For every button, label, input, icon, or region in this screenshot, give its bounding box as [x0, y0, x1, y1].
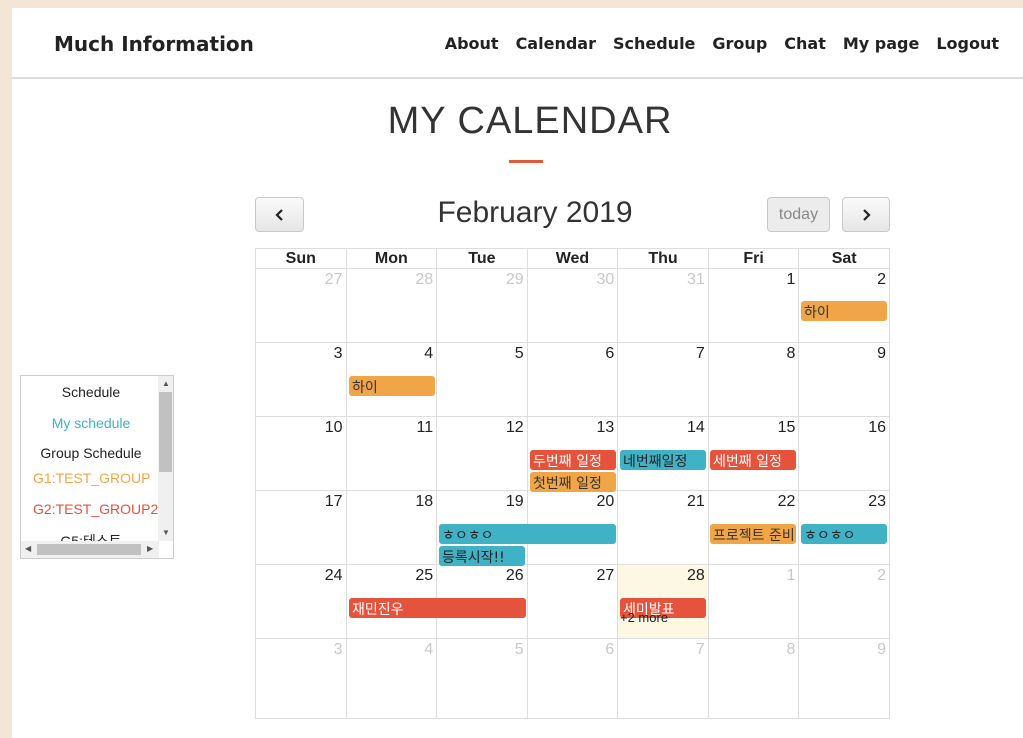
calendar-event[interactable]: ㅎㅇㅎㅇ [439, 524, 616, 544]
day-cell[interactable]: 8 [707, 342, 800, 417]
nav-about[interactable]: About [445, 34, 499, 53]
calendar-event[interactable]: 세번째 일정 [710, 450, 796, 470]
calendar-event[interactable]: 하이 [801, 301, 887, 321]
title-underline [509, 160, 543, 163]
calendar-event[interactable]: 등록시작!! [439, 546, 525, 566]
sidebar-item-my-schedule[interactable]: My schedule [21, 415, 161, 431]
sidebar-heading-group-schedule: Group Schedule [40, 445, 142, 461]
nav-chat[interactable]: Chat [784, 34, 826, 53]
day-cell[interactable]: 31 [617, 268, 709, 343]
scroll-up-icon[interactable]: ▲ [162, 379, 170, 388]
next-month-button[interactable] [842, 197, 890, 232]
day-cell[interactable]: 27 [255, 268, 347, 343]
more-events-link[interactable]: +2 more [620, 610, 668, 625]
weekday-fri: Fri [707, 248, 800, 269]
day-cell[interactable]: 10 [255, 416, 347, 491]
day-cell[interactable]: 12 [436, 416, 528, 491]
scroll-down-icon[interactable]: ▼ [162, 528, 170, 537]
nav-menu: About Calendar Schedule Group Chat My pa… [445, 34, 999, 53]
weekday-sun: Sun [255, 248, 347, 269]
calendar-event[interactable]: 재민진우 [349, 598, 526, 618]
weekday-mon: Mon [345, 248, 438, 269]
day-cell[interactable]: 24 [255, 564, 347, 639]
sidebar-horizontal-scrollbar[interactable]: ◀ ▶ [21, 541, 159, 558]
day-cell[interactable]: 28 [345, 268, 438, 343]
nav-calendar[interactable]: Calendar [516, 34, 596, 53]
calendar-event[interactable]: 프로젝트 준비 [710, 524, 796, 544]
day-cell[interactable]: 3 [255, 342, 347, 417]
scroll-left-icon[interactable]: ◀ [25, 544, 31, 553]
sidebar-heading-schedule: Schedule [61, 384, 121, 400]
day-cell[interactable]: 7 [617, 638, 709, 719]
day-cell[interactable]: 16 [798, 416, 890, 491]
scroll-right-icon[interactable]: ▶ [147, 544, 153, 553]
sidebar-vertical-scrollbar[interactable]: ▲ ▼ [158, 376, 173, 541]
scroll-thumb[interactable] [37, 544, 141, 555]
calendar-event[interactable]: 하이 [349, 376, 435, 396]
nav-my-page[interactable]: My page [843, 34, 919, 53]
scroll-thumb[interactable] [159, 392, 172, 472]
schedule-sidebar: Schedule My schedule Group Schedule G1:T… [20, 375, 174, 559]
day-cell[interactable]: 9 [798, 638, 890, 719]
nav-logout[interactable]: Logout [936, 34, 999, 53]
day-cell[interactable]: 1 [707, 564, 800, 639]
day-cell[interactable]: 27 [526, 564, 619, 639]
day-cell[interactable]: 9 [798, 342, 890, 417]
day-cell[interactable]: 6 [526, 342, 619, 417]
calendar-event[interactable]: 첫번째 일정 [530, 472, 616, 492]
week-row: 3 4 5 6 7 8 9 [255, 638, 890, 719]
weekday-header: Sun Mon Tue Wed Thu Fri Sat [255, 248, 890, 269]
day-cell[interactable]: 29 [436, 268, 528, 343]
day-cell[interactable]: 2 [798, 564, 890, 639]
week-row: 27 28 29 30 31 1 2 [255, 268, 890, 343]
day-cell[interactable]: 8 [707, 638, 800, 719]
day-cell[interactable]: 4 [345, 638, 438, 719]
day-cell[interactable]: 5 [436, 342, 528, 417]
weekday-thu: Thu [617, 248, 709, 269]
nav-schedule[interactable]: Schedule [613, 34, 695, 53]
brand-logo[interactable]: Much Information [54, 32, 254, 56]
day-cell[interactable]: 7 [617, 342, 709, 417]
weekday-wed: Wed [526, 248, 619, 269]
nav-group[interactable]: Group [712, 34, 767, 53]
chevron-right-icon [863, 208, 871, 221]
weekday-sat: Sat [798, 248, 890, 269]
calendar-event[interactable]: ㅎㅇㅎㅇ [801, 524, 887, 544]
sidebar-item-group-2[interactable]: G2:TEST_GROUP2 [33, 501, 159, 517]
navbar: Much Information About Calendar Schedule… [12, 8, 1023, 79]
calendar-event[interactable]: 두번째 일정 [530, 450, 616, 470]
day-cell[interactable]: 6 [526, 638, 619, 719]
weekday-tue: Tue [436, 248, 528, 269]
day-cell[interactable]: 11 [345, 416, 438, 491]
today-button[interactable]: today [767, 197, 830, 232]
day-cell[interactable]: 5 [436, 638, 528, 719]
day-cell[interactable]: 21 [617, 490, 709, 565]
day-cell[interactable]: 30 [526, 268, 619, 343]
calendar-event[interactable]: 네번째일정 [620, 450, 706, 470]
day-cell[interactable]: 17 [255, 490, 347, 565]
day-cell[interactable]: 3 [255, 638, 347, 719]
day-cell[interactable]: 1 [707, 268, 800, 343]
sidebar-item-group-1[interactable]: G1:TEST_GROUP [33, 470, 159, 486]
day-cell[interactable]: 18 [345, 490, 438, 565]
page-title: MY CALENDAR [387, 100, 673, 142]
